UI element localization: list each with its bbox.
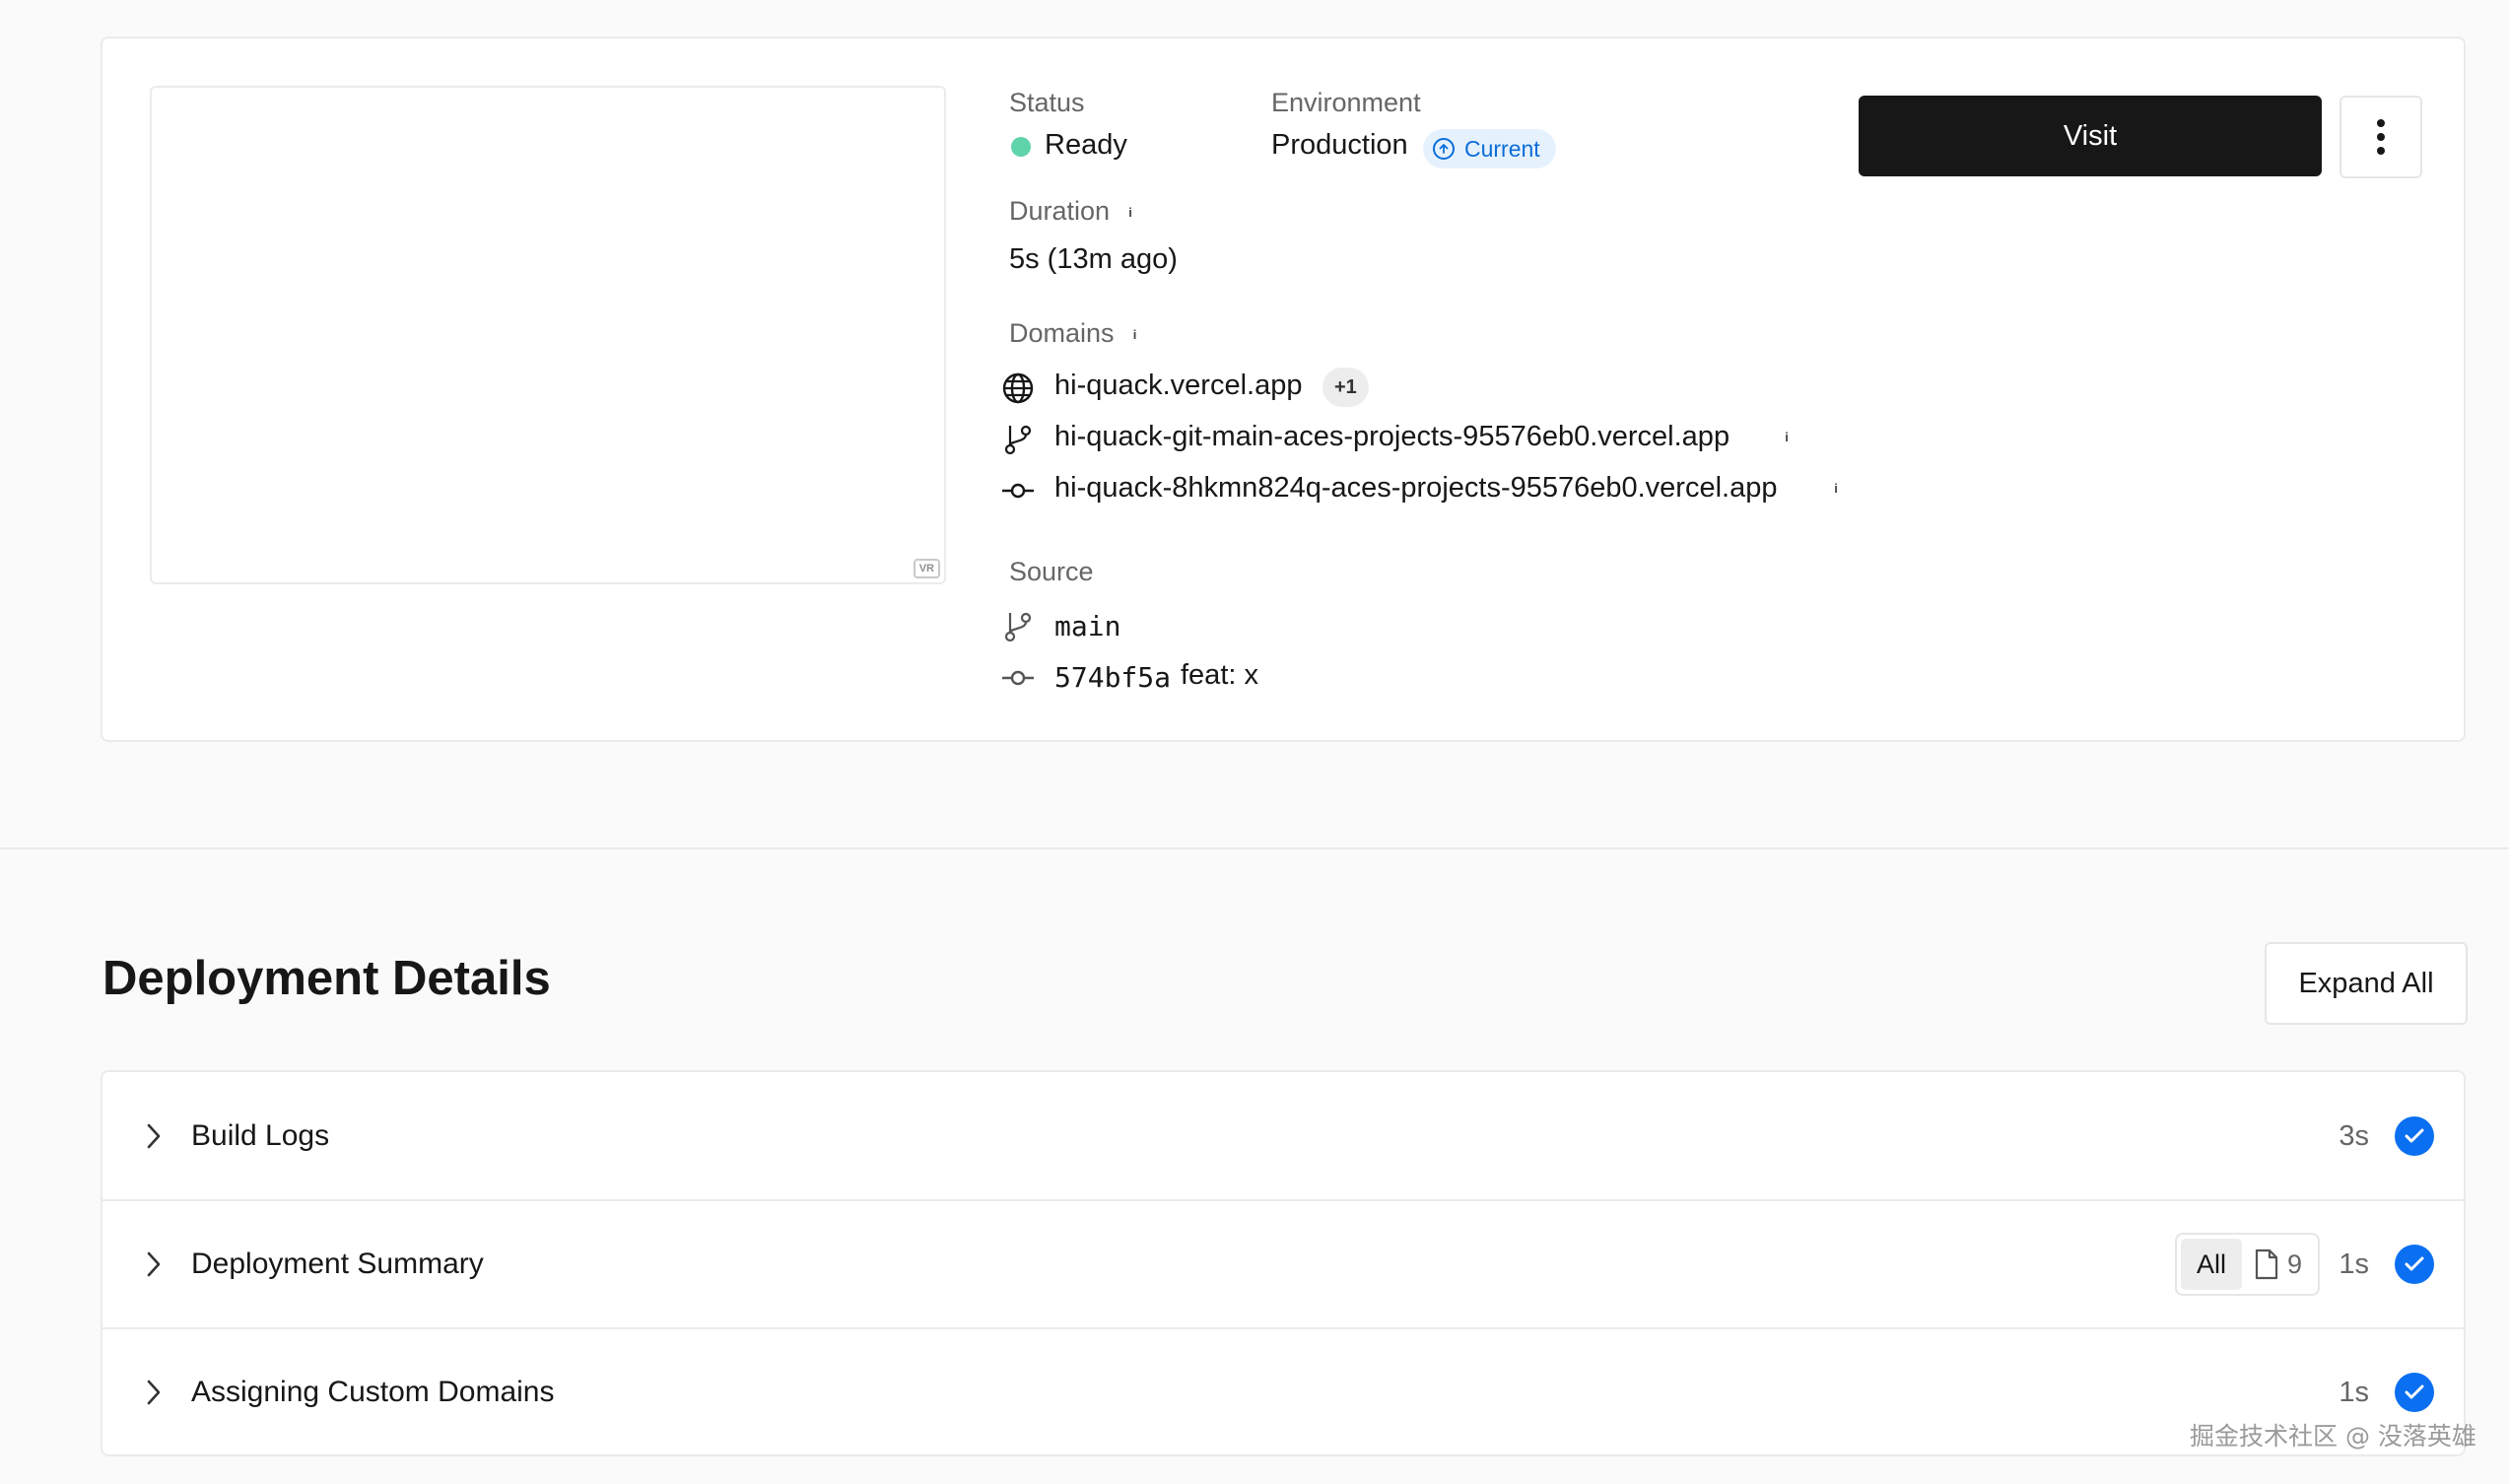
more-vertical-icon	[2377, 119, 2385, 155]
duration-value: 5s (13m ago)	[1009, 243, 1178, 275]
deployment-details-list: Build Logs 3s Deployment Summary All 9 1…	[101, 1070, 2466, 1456]
row-duration: 1s	[2339, 1248, 2369, 1280]
info-icon[interactable]: i	[1827, 480, 1845, 498]
row-duration: 1s	[2339, 1376, 2369, 1408]
deployment-preview[interactable]: VR	[150, 86, 946, 584]
check-circle-icon	[2395, 1116, 2434, 1156]
git-branch-icon	[1001, 610, 1035, 643]
row-title: Build Logs	[191, 1119, 330, 1152]
chevron-right-icon	[140, 1122, 168, 1150]
arrow-up-circle-icon	[1433, 138, 1455, 160]
expand-all-button[interactable]: Expand All	[2265, 942, 2468, 1025]
git-commit-icon	[1001, 661, 1035, 695]
details-row-assigning-custom-domains[interactable]: Assigning Custom Domains 1s	[102, 1328, 2464, 1454]
more-options-button[interactable]	[2339, 96, 2422, 178]
row-duration: 3s	[2339, 1119, 2369, 1152]
source-label: Source	[1009, 557, 1094, 586]
domains-label-text: Domains	[1009, 318, 1115, 348]
info-icon[interactable]: i	[1778, 429, 1796, 446]
visit-button[interactable]: Visit	[1859, 96, 2322, 176]
commit-message: feat: x	[1181, 659, 1258, 691]
vr-badge: VR	[913, 559, 940, 578]
chevron-right-icon	[140, 1379, 168, 1406]
row-title: Assigning Custom Domains	[191, 1376, 555, 1408]
environment-value: Production	[1271, 129, 1408, 161]
git-commit-icon	[1001, 474, 1035, 507]
deployment-overview-card: VR Status Ready Environment Production C…	[101, 36, 2466, 742]
file-icon	[2255, 1248, 2278, 1280]
status-dot-icon	[1011, 137, 1031, 157]
domain-link[interactable]: hi-quack-8hkmn824q-aces-projects-95576eb…	[1054, 472, 1777, 505]
info-icon[interactable]: i	[1121, 204, 1139, 222]
file-count: 9	[2286, 1248, 2302, 1279]
watermark: 掘金技术社区 @ 没落英雄	[2190, 1422, 2476, 1450]
duration-label-text: Duration	[1009, 196, 1111, 226]
duration-label: Duration i	[1009, 196, 1139, 227]
check-circle-icon	[2395, 1245, 2434, 1284]
check-circle-icon	[2395, 1373, 2434, 1412]
details-row-deployment-summary[interactable]: Deployment Summary All 9 1s	[102, 1200, 2464, 1328]
filter-all-button[interactable]: All	[2180, 1239, 2242, 1290]
current-badge-label: Current	[1464, 135, 1540, 162]
section-title: Deployment Details	[102, 952, 551, 1005]
current-badge: Current	[1423, 129, 1556, 169]
section-divider	[0, 847, 2509, 849]
globe-icon	[1001, 371, 1035, 405]
info-icon[interactable]: i	[1126, 326, 1144, 344]
more-domains-badge[interactable]: +1	[1322, 368, 1369, 407]
summary-filter-group: All 9	[2174, 1233, 2320, 1296]
domain-link[interactable]: hi-quack-git-main-aces-projects-95576eb0…	[1054, 421, 1729, 453]
row-title: Deployment Summary	[191, 1248, 484, 1280]
status-value: Ready	[1045, 129, 1127, 161]
details-row-build-logs[interactable]: Build Logs 3s	[102, 1072, 2464, 1200]
environment-label: Environment	[1271, 88, 1421, 117]
commit-hash[interactable]: 574bf5a	[1054, 661, 1171, 694]
domains-label: Domains i	[1009, 318, 1144, 349]
source-branch[interactable]: main	[1054, 610, 1120, 642]
domain-link[interactable]: hi-quack.vercel.app	[1054, 370, 1302, 402]
git-branch-icon	[1001, 423, 1035, 456]
chevron-right-icon	[140, 1250, 168, 1278]
status-label: Status	[1009, 88, 1085, 117]
filter-files-button[interactable]: 9	[2248, 1248, 2314, 1280]
